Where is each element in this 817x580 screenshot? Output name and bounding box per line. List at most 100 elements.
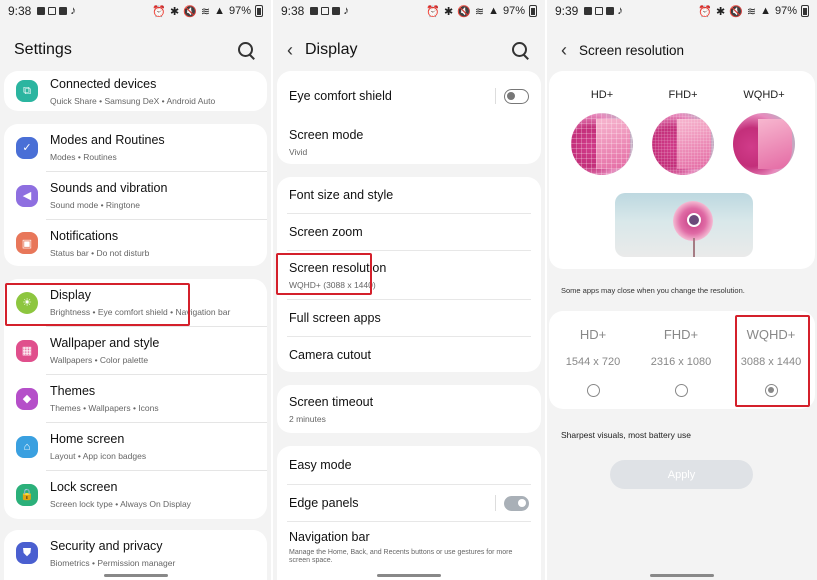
home-screen-icon: ⌂: [16, 435, 38, 458]
preview-label-fhd: FHD+: [668, 89, 698, 101]
option-hd[interactable]: HD+ 1544 x 720: [549, 311, 637, 407]
settings-item-display[interactable]: ☀ Display Brightness • Eye comfort shield…: [4, 279, 267, 326]
display-item-screen-timeout[interactable]: Screen timeout 2 minutes: [277, 385, 541, 433]
radio-fhd[interactable]: [674, 384, 688, 397]
back-icon[interactable]: ‹: [287, 40, 293, 61]
radio-wqhd[interactable]: [764, 384, 778, 397]
preview-card: HD+ FHD+ WQHD+: [549, 71, 815, 269]
themes-icon: ◆: [16, 387, 38, 410]
settings-item-security[interactable]: ⛊ Security and privacy Biometrics • Permi…: [4, 530, 267, 576]
item-sublabel: Layout • App icon badges: [50, 451, 147, 461]
settings-item-modes-routines[interactable]: ✓ Modes and Routines Modes • Routines: [4, 124, 267, 171]
card-security: ⛊ Security and privacy Biometrics • Permi…: [4, 530, 267, 580]
status-time: 9:38: [8, 4, 32, 18]
status-time: 9:38: [281, 4, 305, 18]
option-name: HD+: [579, 327, 607, 342]
item-sublabel: Status bar • Do not disturb: [50, 247, 150, 258]
status-time: 9:39: [555, 4, 579, 18]
display-item-navigation-bar[interactable]: Navigation bar Manage the Home, Back, and…: [277, 522, 541, 572]
card-timeout: Screen timeout 2 minutes: [277, 385, 541, 433]
display-item-screen-mode[interactable]: Screen mode Vivid: [277, 121, 541, 164]
item-sublabel: Biometrics • Permission manager: [50, 557, 176, 568]
lock-screen-icon: 🔒: [16, 483, 38, 506]
settings-item-sounds[interactable]: ◀ Sounds and vibration Sound mode • Ringt…: [4, 172, 267, 219]
system-icons: ⏰ ✱ 🔇 ≋ ▲ 97%: [152, 5, 263, 18]
gesture-bar: [103, 574, 168, 577]
page-title: Display: [305, 41, 358, 58]
display-header: ‹ Display: [273, 30, 545, 70]
item-label: Notifications: [50, 228, 119, 243]
settings-item-connected-devices[interactable]: ⧉ Connected devices Quick Share • Samsung…: [4, 71, 267, 111]
gesture-bar: [650, 574, 714, 577]
notification-icons: ♪: [584, 5, 623, 17]
item-sublabel: Modes • Routines: [50, 152, 117, 162]
notification-icons: ♪: [310, 5, 349, 17]
settings-panel: 9:38 ♪ ⏰ ✱ 🔇 ≋ ▲ 97% Settings ⧉ Connected dev…: [0, 0, 271, 580]
item-label: Edge panels: [289, 496, 359, 510]
display-item-screen-zoom[interactable]: Screen zoom: [277, 214, 541, 250]
battery-percent: 97%: [502, 5, 525, 17]
item-sublabel: Sound mode • Ringtone: [50, 200, 140, 210]
resolution-header: ‹ Screen resolution: [547, 30, 817, 70]
search-icon[interactable]: [509, 39, 531, 61]
option-resolution: 2316 x 1080: [650, 356, 712, 368]
display-item-screen-resolution[interactable]: Screen resolution WQHD+ (3088 x 1440): [277, 251, 541, 299]
item-sublabel: Themes • Wallpapers • Icons: [50, 403, 159, 413]
option-resolution: 1544 x 720: [565, 356, 621, 368]
item-label: Sounds and vibration: [50, 181, 168, 195]
back-icon[interactable]: ‹: [561, 40, 567, 61]
page-title: Screen resolution: [579, 42, 685, 58]
preview-label-wqhd: WQHD+: [743, 89, 785, 101]
edge-panels-toggle[interactable]: [504, 495, 529, 511]
card-display: ☀ Display Brightness • Eye comfort shield…: [4, 279, 267, 519]
display-icon: ☀: [16, 291, 38, 314]
search-icon[interactable]: [235, 39, 257, 61]
apply-button[interactable]: Apply: [610, 460, 753, 489]
options-card: HD+ 1544 x 720 FHD+ 2316 x 1080 WQHD+ 30…: [549, 311, 815, 409]
item-label: Connected devices: [50, 76, 157, 91]
item-label: Themes: [50, 384, 96, 398]
display-item-full-screen-apps[interactable]: Full screen apps: [277, 300, 541, 336]
card-font: Font size and style Screen zoom Screen r…: [277, 177, 541, 372]
item-sublabel: Manage the Home, Back, and Recents butto…: [289, 548, 513, 564]
item-sublabel: 2 minutes: [289, 413, 326, 424]
settings-item-notifications[interactable]: ▣ Notifications Status bar • Do not distu…: [4, 220, 267, 266]
settings-item-home-screen[interactable]: ⌂ Home screen Layout • App icon badges: [4, 423, 267, 470]
display-item-edge-panels[interactable]: Edge panels: [277, 485, 541, 521]
item-sublabel: WQHD+ (3088 x 1440): [289, 279, 376, 290]
item-sublabel: Brightness • Eye comfort shield • Naviga…: [50, 307, 231, 317]
status-bar: 9:38 ♪ ⏰ ✱ 🔇 ≋ ▲ 97%: [273, 0, 545, 22]
display-item-easy-mode[interactable]: Easy mode: [277, 446, 541, 484]
settings-item-wallpaper[interactable]: ▦ Wallpaper and style Wallpapers • Color …: [4, 327, 267, 374]
preview-image-wqhd: [733, 113, 795, 175]
display-panel: 9:38 ♪ ⏰ ✱ 🔇 ≋ ▲ 97% ‹ Display Eye comfort sh…: [273, 0, 545, 580]
item-label: Modes and Routines: [50, 133, 165, 147]
battery-percent: 97%: [774, 5, 797, 17]
radio-hd[interactable]: [586, 384, 600, 397]
eye-comfort-toggle[interactable]: [504, 88, 529, 104]
item-label: Full screen apps: [289, 311, 381, 325]
settings-item-themes[interactable]: ◆ Themes Themes • Wallpapers • Icons: [4, 375, 267, 422]
battery-icon: [255, 5, 263, 17]
item-label: Screen mode: [289, 128, 364, 142]
item-sublabel: Vivid: [289, 147, 308, 157]
display-item-camera-cutout[interactable]: Camera cutout: [277, 337, 541, 372]
system-icons: ⏰ ✱ 🔇 ≋ ▲ 97%: [426, 5, 537, 18]
notification-icons: ♪: [37, 5, 76, 17]
gesture-bar: [377, 574, 441, 577]
option-fhd[interactable]: FHD+ 2316 x 1080: [637, 311, 725, 407]
display-item-font-size[interactable]: Font size and style: [277, 177, 541, 213]
preview-image-fhd: [652, 113, 714, 175]
settings-item-lock-screen[interactable]: 🔒 Lock screen Screen lock type • Always O…: [4, 471, 267, 518]
item-label: Screen zoom: [289, 225, 363, 239]
connected-devices-icon: ⧉: [16, 80, 38, 102]
option-wqhd[interactable]: WQHD+ 3088 x 1440: [727, 311, 815, 407]
card-easy: Easy mode Edge panels Navigation bar Mana…: [277, 446, 541, 580]
option-name: FHD+: [663, 327, 699, 342]
item-label: Eye comfort shield: [289, 89, 392, 103]
card-connected: ⧉ Connected devices Quick Share • Samsung…: [4, 71, 267, 111]
resolution-description: Sharpest visuals, most battery use: [561, 430, 691, 440]
display-item-eye-comfort[interactable]: Eye comfort shield: [277, 71, 541, 121]
page-title: Settings: [14, 41, 72, 58]
status-bar: 9:38 ♪ ⏰ ✱ 🔇 ≋ ▲ 97%: [0, 0, 271, 22]
